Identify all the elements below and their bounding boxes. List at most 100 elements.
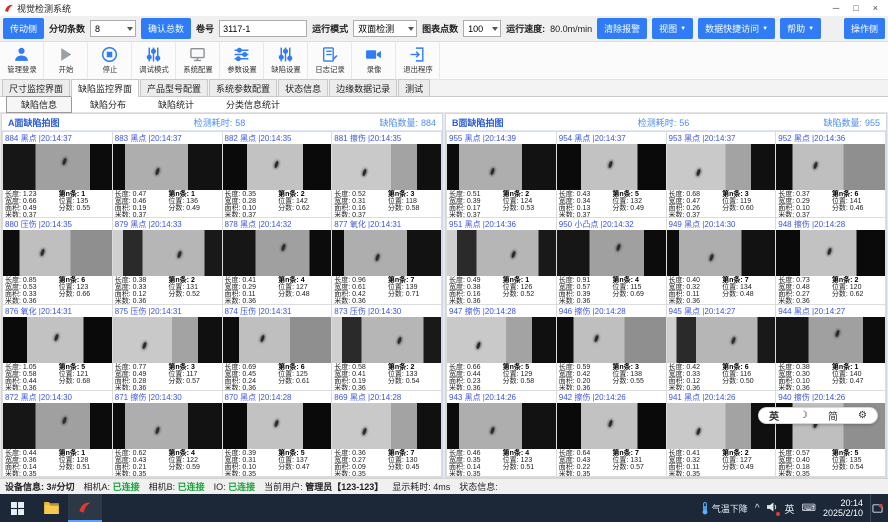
volume-icon[interactable] [767, 502, 778, 515]
defect-image[interactable] [223, 317, 332, 363]
defect-image[interactable] [557, 317, 666, 363]
toolbar-button-play-1[interactable]: 开始 [44, 42, 88, 79]
defect-cell[interactable]: 880 压伤 |20:14:35长度: 0.85宽度: 0.53面积: 0.33… [3, 218, 112, 303]
defect-cell[interactable]: 877 氧化 |20:14:31长度: 0.96宽度: 0.61面积: 0.42… [332, 218, 441, 303]
defect-image[interactable] [557, 230, 666, 276]
ime-toolbar[interactable]: 英 ☽ 简 ⚙ [758, 407, 878, 424]
defect-cell[interactable]: 943 黑点 |20:14:26长度: 0.46宽度: 0.35面积: 0.14… [447, 391, 556, 476]
tab-tabs1-4[interactable]: 状态信息 [278, 79, 328, 96]
defect-cell[interactable]: 947 擦伤 |20:14:28长度: 0.66宽度: 0.44面积: 0.23… [447, 305, 556, 390]
defect-image[interactable] [557, 144, 666, 190]
defect-image[interactable] [667, 230, 776, 276]
defect-image[interactable] [332, 144, 441, 190]
toolbar-button-journal-7[interactable]: 日志记录 [308, 42, 352, 79]
defect-image[interactable] [447, 144, 556, 190]
defect-cell[interactable]: 884 黑点 |20:14:37长度: 1.23宽度: 0.66面积: 0.49… [3, 132, 112, 217]
defect-cell[interactable]: 870 黑点 |20:14:28长度: 0.39宽度: 0.31面积: 0.10… [223, 391, 332, 476]
ime-lang-button[interactable]: 英 [769, 408, 779, 423]
taskbar-clock[interactable]: 20:14 2025/2/10 [823, 498, 863, 518]
toolbar-button-stop-2[interactable]: 停止 [88, 42, 132, 79]
defect-image[interactable] [113, 317, 222, 363]
defect-cell[interactable]: 941 黑点 |20:14:26长度: 0.41宽度: 0.32面积: 0.11… [667, 391, 776, 476]
tab-tabs1-6[interactable]: 测试 [398, 79, 430, 96]
defect-cell[interactable]: 873 压伤 |20:14:30长度: 0.58宽度: 0.41面积: 0.19… [332, 305, 441, 390]
defect-image[interactable] [776, 144, 885, 190]
defect-image[interactable] [3, 144, 112, 190]
minimize-button[interactable]: ─ [833, 3, 839, 13]
defect-cell[interactable]: 946 擦伤 |20:14:28长度: 0.59宽度: 0.42面积: 0.20… [557, 305, 666, 390]
roll-number-input[interactable] [219, 20, 307, 37]
defect-image[interactable] [776, 317, 885, 363]
defect-cell[interactable]: 869 黑点 |20:14:28长度: 0.36宽度: 0.27面积: 0.09… [332, 391, 441, 476]
run-mode-select[interactable]: 双面检测 [353, 20, 417, 37]
defect-cell[interactable]: 879 黑点 |20:14:33长度: 0.38宽度: 0.33面积: 0.12… [113, 218, 222, 303]
toolbar-button-monitor-4[interactable]: 系统配置 [176, 42, 220, 79]
defect-cell[interactable]: 945 黑点 |20:14:27长度: 0.42宽度: 0.33面积: 0.12… [667, 305, 776, 390]
data-quick-access-button[interactable]: 数据快捷访问▼ [698, 18, 775, 39]
defect-image[interactable] [447, 317, 556, 363]
defect-cell[interactable]: 871 擦伤 |20:14:30长度: 0.62宽度: 0.43面积: 0.21… [113, 391, 222, 476]
defect-cell[interactable]: 882 黑点 |20:14:35长度: 0.35宽度: 0.28面积: 0.10… [223, 132, 332, 217]
defect-cell[interactable]: 952 黑点 |20:14:36长度: 0.37宽度: 0.29面积: 0.10… [776, 132, 885, 217]
defect-image[interactable] [667, 144, 776, 190]
tab-tabs2-3[interactable]: 分类信息统计 [212, 97, 294, 112]
defect-cell[interactable]: 948 擦伤 |20:14:28长度: 0.73宽度: 0.48面积: 0.27… [776, 218, 885, 303]
defect-image[interactable] [3, 403, 112, 449]
defect-image[interactable] [223, 230, 332, 276]
defect-image[interactable] [113, 144, 222, 190]
tab-tabs1-2[interactable]: 产品型号配置 [140, 79, 208, 96]
defect-cell[interactable]: 875 压伤 |20:14:31长度: 0.77宽度: 0.49面积: 0.28… [113, 305, 222, 390]
defect-image[interactable] [447, 403, 556, 449]
touch-keyboard-icon[interactable]: ⌨ [802, 503, 816, 514]
defect-cell[interactable]: 950 小凸点 |20:14:32长度: 0.91宽度: 0.57面积: 0.3… [557, 218, 666, 303]
ime-simplified-button[interactable]: 简 [828, 408, 838, 423]
help-menu-button[interactable]: 帮助▼ [780, 18, 821, 39]
toolbar-button-person-0[interactable]: 管理登录 [0, 42, 44, 79]
defect-cell[interactable]: 940 擦伤 |20:14:26长度: 0.57宽度: 0.40面积: 0.18… [776, 391, 885, 476]
defect-image[interactable] [3, 317, 112, 363]
chart-points-select[interactable]: 100 [463, 20, 501, 37]
tab-tabs1-5[interactable]: 边缘数据记录 [329, 79, 397, 96]
defect-image[interactable] [223, 144, 332, 190]
defect-cell[interactable]: 954 黑点 |20:14:37长度: 0.43宽度: 0.34面积: 0.13… [557, 132, 666, 217]
defect-image[interactable] [113, 403, 222, 449]
defect-image[interactable] [776, 230, 885, 276]
defect-image[interactable] [332, 403, 441, 449]
notification-center-button[interactable] [870, 494, 884, 522]
defect-image[interactable] [557, 403, 666, 449]
defect-cell[interactable]: 955 黑点 |20:14:39长度: 0.51宽度: 0.39面积: 0.17… [447, 132, 556, 217]
file-explorer-taskbar-icon[interactable] [34, 494, 68, 522]
defect-cell[interactable]: 872 黑点 |20:14:30长度: 0.44宽度: 0.36面积: 0.14… [3, 391, 112, 476]
toolbar-button-slidersV-6[interactable]: 缺陷设置 [264, 42, 308, 79]
defect-image[interactable] [332, 317, 441, 363]
defect-cell[interactable]: 876 氧化 |20:14:31长度: 1.05宽度: 0.58面积: 0.44… [3, 305, 112, 390]
defect-cell[interactable]: 953 黑点 |20:14:37长度: 0.68宽度: 0.47面积: 0.26… [667, 132, 776, 217]
gear-icon[interactable]: ⚙ [858, 410, 867, 421]
defect-cell[interactable]: 874 压伤 |20:14:31长度: 0.69宽度: 0.45面积: 0.24… [223, 305, 332, 390]
maximize-button[interactable]: □ [853, 3, 858, 13]
tab-tabs1-3[interactable]: 系统参数配置 [209, 79, 277, 96]
defect-cell[interactable]: 944 黑点 |20:14:27长度: 0.38宽度: 0.30面积: 0.10… [776, 305, 885, 390]
detection-app-taskbar-icon[interactable] [68, 494, 102, 522]
confirm-total-button[interactable]: 确认总数 [141, 18, 191, 39]
tab-tabs1-1[interactable]: 缺陷监控界面 [71, 79, 139, 97]
toolbar-button-exit-9[interactable]: 退出程序 [396, 42, 440, 79]
defect-image[interactable] [332, 230, 441, 276]
tab-tabs2-0[interactable]: 缺陷信息 [6, 96, 72, 113]
close-button[interactable]: × [873, 3, 878, 13]
moon-icon[interactable]: ☽ [799, 410, 808, 421]
tab-tabs2-1[interactable]: 缺陷分布 [76, 97, 140, 112]
tab-tabs2-2[interactable]: 缺陷统计 [144, 97, 208, 112]
operator-side-button[interactable]: 操作侧 [844, 18, 885, 39]
weather-tray-item[interactable]: 气温下降 [701, 502, 748, 515]
toolbar-button-camera-8[interactable]: 录像 [352, 42, 396, 79]
start-button[interactable] [0, 494, 34, 522]
defect-image[interactable] [3, 230, 112, 276]
defect-cell[interactable]: 881 擦伤 |20:14:35长度: 0.52宽度: 0.31面积: 0.16… [332, 132, 441, 217]
tray-expand-chevron[interactable]: ^ [755, 503, 760, 514]
toolbar-button-slidersH-5[interactable]: 参数设置 [220, 42, 264, 79]
toolbar-button-slidersV-3[interactable]: 调试模式 [132, 42, 176, 79]
defect-cell[interactable]: 942 擦伤 |20:14:26长度: 0.64宽度: 0.43面积: 0.22… [557, 391, 666, 476]
ime-language-indicator[interactable]: 英 [785, 501, 795, 516]
defect-image[interactable] [667, 317, 776, 363]
